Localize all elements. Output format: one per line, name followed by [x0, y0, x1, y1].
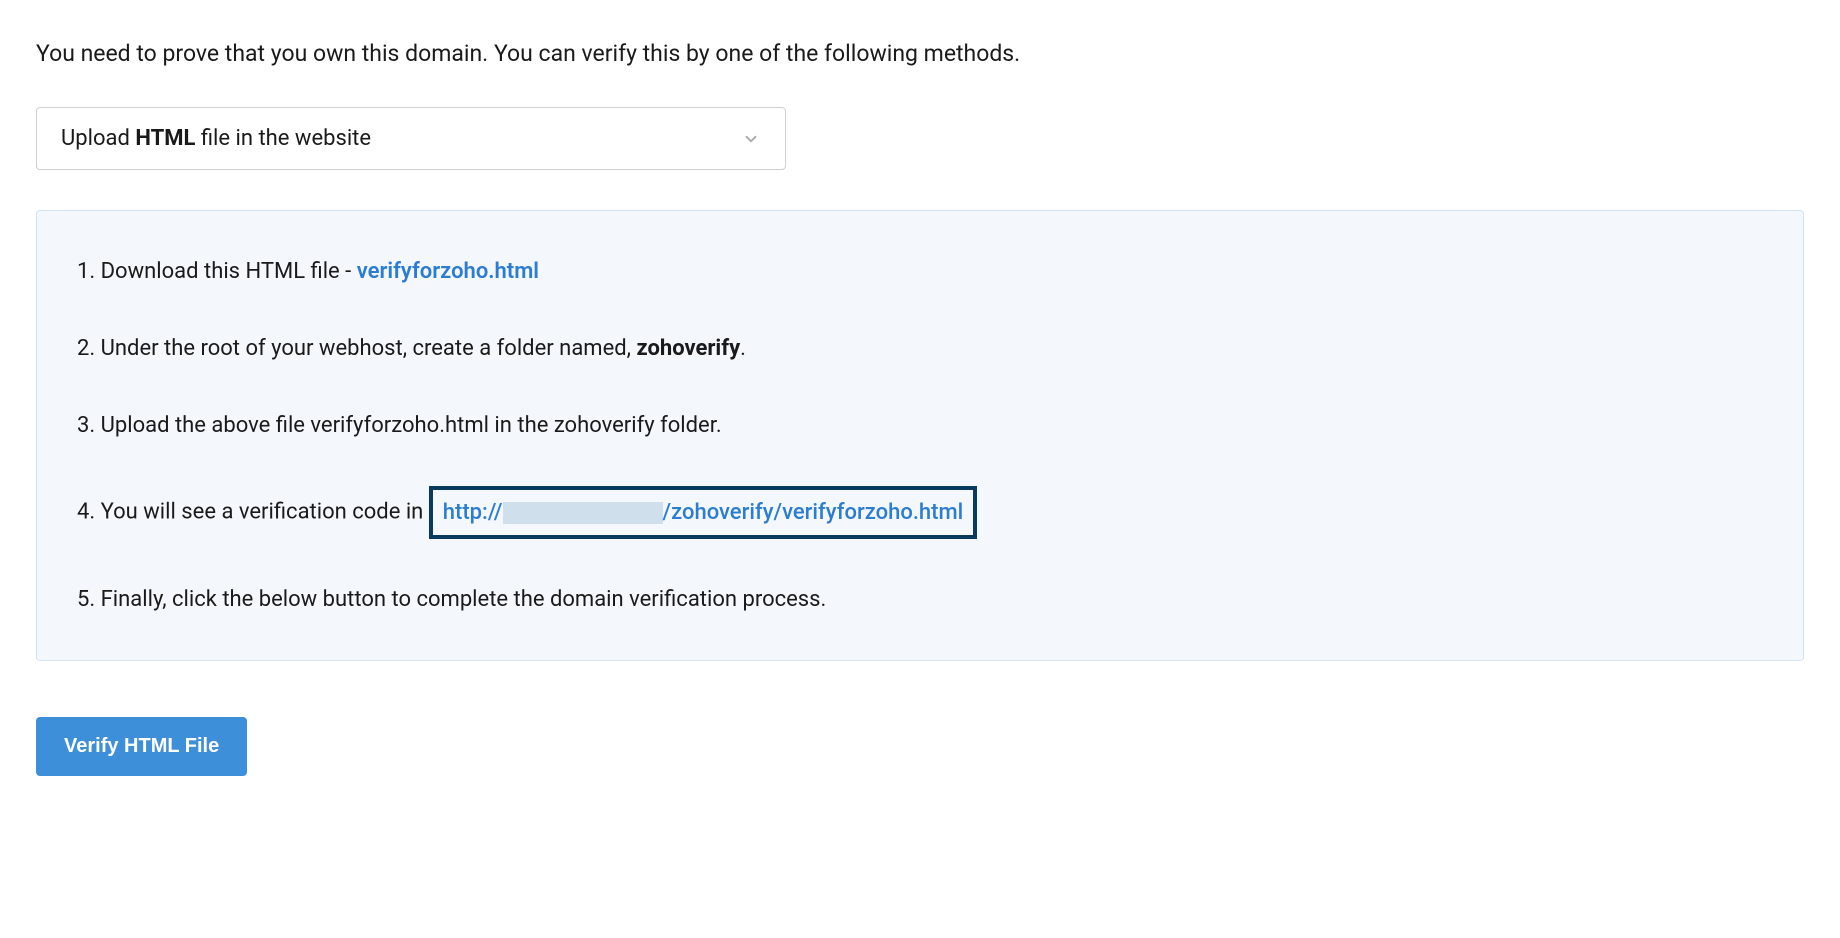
instructions-panel: 1. Download this HTML file - verifyforzo… [36, 210, 1804, 661]
dropdown-label: Upload HTML file in the website [61, 126, 371, 151]
instruction-step-3: 3. Upload the above file verifyforzoho.h… [77, 409, 1763, 442]
dropdown-bold: HTML [135, 126, 195, 151]
instruction-step-4: 4. You will see a verification code in h… [77, 486, 1763, 539]
step2-bold: zohoverify [636, 336, 740, 361]
intro-text: You need to prove that you own this doma… [36, 40, 1804, 67]
verification-url-link[interactable]: http:// /zohoverify/verifyforzoho.html [443, 500, 963, 525]
step1-text: 1. Download this HTML file - [77, 259, 357, 284]
instruction-step-5: 5. Finally, click the below button to co… [77, 583, 1763, 616]
instruction-step-1: 1. Download this HTML file - verifyforzo… [77, 255, 1763, 288]
step4-prefix: 4. You will see a verification code in [77, 499, 429, 524]
verification-method-dropdown[interactable]: Upload HTML file in the website [36, 107, 786, 170]
instruction-step-2: 2. Under the root of your webhost, creat… [77, 332, 1763, 365]
url-prefix: http:// [443, 500, 503, 525]
chevron-down-icon [741, 129, 761, 149]
url-suffix: /zohoverify/verifyforzoho.html [663, 500, 964, 525]
step2-suffix: . [740, 336, 746, 361]
redacted-domain [503, 502, 663, 524]
dropdown-suffix: file in the website [195, 126, 371, 151]
verify-html-file-button[interactable]: Verify HTML File [36, 717, 247, 776]
step2-prefix: 2. Under the root of your webhost, creat… [77, 336, 636, 361]
download-html-link[interactable]: verifyforzoho.html [357, 259, 539, 284]
verification-url-box: http:// /zohoverify/verifyforzoho.html [429, 486, 977, 539]
dropdown-prefix: Upload [61, 126, 135, 151]
